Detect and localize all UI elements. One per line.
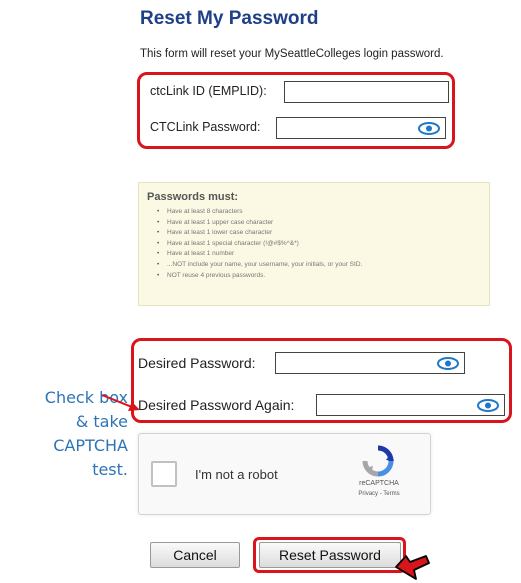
recaptcha-logo-icon — [362, 445, 394, 477]
intro-text: This form will reset your MySeattleColle… — [140, 48, 444, 60]
rule-item: ...NOT include your name, your username,… — [157, 260, 481, 271]
recaptcha-checkbox[interactable] — [151, 461, 177, 487]
password-rules-box: Passwords must: Have at least 8 characte… — [138, 182, 490, 306]
eye-icon[interactable] — [477, 399, 499, 412]
callout-arrow-icon — [101, 394, 140, 411]
rule-item: NOT reuse 4 previous passwords. — [157, 271, 481, 282]
rule-item: Have at least 1 upper case character — [157, 218, 481, 229]
emplid-input[interactable] — [284, 81, 449, 103]
cancel-button[interactable]: Cancel — [150, 542, 240, 568]
rule-item: Have at least 1 number — [157, 249, 481, 260]
ctclink-password-label: CTCLink Password: — [150, 120, 261, 134]
recaptcha-links[interactable]: Privacy - Terms — [337, 491, 421, 497]
recaptcha-brand: reCAPTCHA — [359, 480, 399, 487]
rule-item: Have at least 1 special character (!@#$%… — [157, 239, 481, 250]
rules-list: Have at least 8 characters Have at least… — [147, 207, 481, 281]
callout-line: CAPTCHA — [53, 436, 128, 455]
eye-icon[interactable] — [418, 122, 440, 135]
recaptcha-label: I'm not a robot — [195, 467, 278, 482]
emplid-label: ctcLink ID (EMPLID): — [150, 84, 267, 98]
reset-password-button[interactable]: Reset Password — [259, 542, 401, 568]
rule-item: Have at least 1 lower case character — [157, 228, 481, 239]
rule-item: Have at least 8 characters — [157, 207, 481, 218]
recaptcha-widget: I'm not a robot reCAPTCHA Privacy - Term… — [138, 433, 431, 515]
rules-heading: Passwords must: — [147, 191, 239, 203]
eye-icon[interactable] — [437, 357, 459, 370]
cursor-arrow-icon — [395, 555, 430, 580]
desired-password-again-input[interactable] — [316, 394, 505, 416]
desired-password-input[interactable] — [275, 352, 465, 374]
ctclink-password-input[interactable] — [276, 117, 446, 139]
desired-password-again-label: Desired Password Again: — [138, 397, 295, 413]
desired-password-label: Desired Password: — [138, 355, 256, 371]
page-title: Reset My Password — [140, 8, 319, 29]
callout-line: test. — [92, 460, 128, 479]
